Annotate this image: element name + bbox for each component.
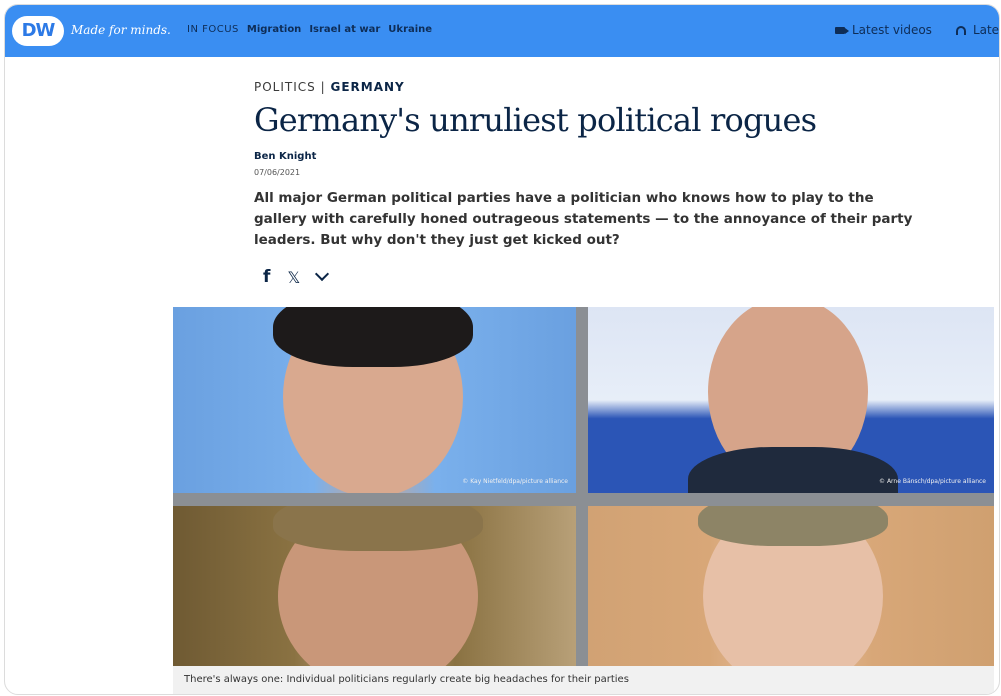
headphones-icon bbox=[955, 25, 966, 35]
browser-frame: DW Made for minds. IN FOCUS Migration Is… bbox=[4, 4, 1000, 695]
article-author[interactable]: Ben Knight bbox=[254, 151, 316, 162]
tagline: Made for minds. bbox=[71, 23, 171, 37]
facebook-icon[interactable]: f bbox=[263, 267, 270, 287]
article-title: Germany's unruliest political rogues bbox=[254, 101, 817, 139]
in-focus-nav: IN FOCUS Migration Israel at war Ukraine bbox=[187, 24, 432, 35]
latest-videos-link[interactable]: Latest videos bbox=[852, 23, 932, 37]
photo-top-left: © Kay Nietfeld/dpa/picture alliance bbox=[173, 307, 576, 493]
photo-top-right: © Arne Bänsch/dpa/picture alliance bbox=[588, 307, 994, 493]
photo-credit-1: © Kay Nietfeld/dpa/picture alliance bbox=[462, 478, 568, 485]
article-hero-image: © Kay Nietfeld/dpa/picture alliance © Ar… bbox=[173, 307, 994, 666]
header-right-links: Latest videos Late bbox=[835, 23, 999, 37]
article-kicker: POLITICS | GERMANY bbox=[254, 80, 405, 94]
article-lead: All major German political parties have … bbox=[254, 190, 913, 248]
in-focus-label: IN FOCUS bbox=[187, 24, 239, 35]
nav-item-ukraine[interactable]: Ukraine bbox=[388, 24, 432, 35]
hair bbox=[273, 307, 473, 367]
suit bbox=[688, 447, 898, 493]
dw-logo[interactable]: DW bbox=[12, 16, 64, 46]
kicker-section[interactable]: POLITICS bbox=[254, 80, 316, 94]
share-bar: f 𝕏 bbox=[263, 266, 330, 287]
nav-item-israel-at-war[interactable]: Israel at war bbox=[309, 24, 380, 35]
image-caption: There's always one: Individual politicia… bbox=[173, 666, 994, 694]
x-icon[interactable]: 𝕏 bbox=[287, 268, 300, 287]
kicker-separator: | bbox=[320, 80, 326, 94]
hair bbox=[273, 506, 483, 551]
caption-text: There's always one: Individual politicia… bbox=[184, 674, 629, 685]
photo-bottom-right bbox=[588, 506, 994, 666]
nav-item-migration[interactable]: Migration bbox=[247, 24, 301, 35]
kicker-topic[interactable]: GERMANY bbox=[330, 80, 404, 94]
article-date: 07/06/2021 bbox=[254, 168, 301, 177]
logo-text: DW bbox=[21, 20, 56, 41]
photo-bottom-left bbox=[173, 506, 576, 666]
photo-credit-2: © Arne Bänsch/dpa/picture alliance bbox=[879, 478, 986, 485]
hair bbox=[698, 506, 888, 546]
video-camera-icon bbox=[835, 26, 849, 34]
latest-audio-link[interactable]: Late bbox=[973, 23, 999, 37]
chevron-down-icon[interactable] bbox=[315, 266, 330, 282]
top-navigation-bar: DW Made for minds. IN FOCUS Migration Is… bbox=[5, 5, 999, 57]
